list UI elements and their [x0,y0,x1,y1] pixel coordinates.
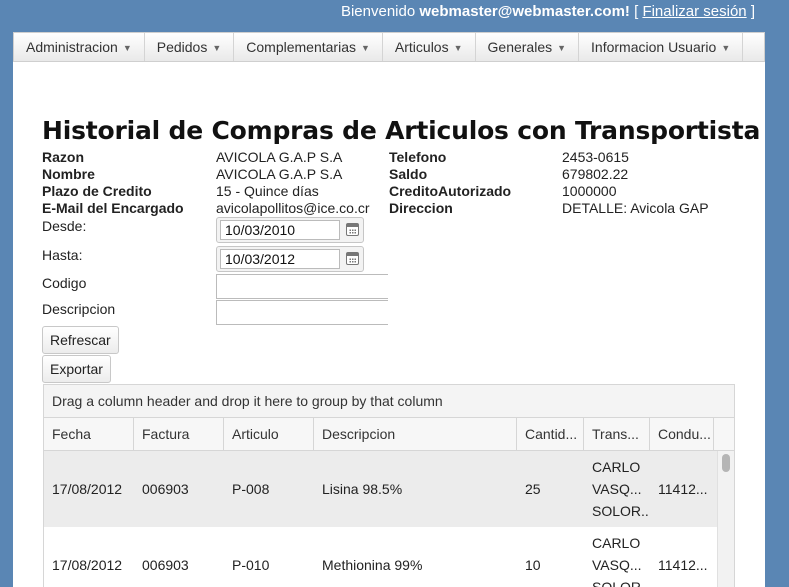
cell-line: VASQ... [592,481,642,497]
cell-cantidad: 10 [525,557,541,573]
column-header-cantidad[interactable]: Cantid... [517,418,584,450]
cell-line: VASQ... [592,557,642,573]
razon-label: Razon [42,149,84,165]
credito-value: 1000000 [562,183,617,199]
menu-label: Administracion [26,39,118,55]
cell-line: SOLOR... [592,579,650,587]
menu-informacion-usuario[interactable]: Informacion Usuario ▼ [579,33,744,61]
refrescar-button[interactable]: Refrescar [42,326,119,354]
nombre-label: Nombre [42,166,95,182]
cell-conductor: 11412... [658,557,708,573]
cell-fecha: 17/08/2012 [52,481,123,497]
desde-label: Desde: [42,218,87,234]
plazo-value: 15 - Quince días [216,183,319,199]
codigo-label: Codigo [42,275,87,291]
logout-link[interactable]: Finalizar sesión [642,3,746,20]
menu-label: Generales [487,39,553,55]
table-row[interactable]: 17/08/2012 006903 P-008 Lisina 98.5% 25 … [44,451,734,527]
exportar-button[interactable]: Exportar [42,355,111,383]
content-panel: Historial de Compras de Articulos con Tr… [13,62,765,587]
calendar-icon[interactable] [346,223,359,236]
email-value: avicolapollitos@ice.co.cr [216,200,370,216]
menu-label: Complementarias [246,39,356,55]
welcome-bar: Bienvenido webmaster@webmaster.com! [ Fi… [341,3,755,20]
menu-label: Informacion Usuario [591,39,717,55]
caret-down-icon: ▼ [360,43,370,53]
purchase-history-grid: Drag a column header and drop it here to… [43,384,735,587]
table-row[interactable]: 17/08/2012 006903 P-010 Methionina 99% 1… [44,527,734,587]
caret-down-icon: ▼ [453,43,463,53]
scrollbar-thumb[interactable] [722,454,730,472]
column-header-spacer [714,418,734,450]
menu-label: Articulos [394,39,449,55]
cell-line: CARLO [592,535,641,551]
caret-down-icon: ▼ [122,43,132,53]
menu-label: Pedidos [156,39,208,55]
caret-down-icon: ▼ [557,43,567,53]
cell-articulo: P-008 [232,481,270,497]
telefono-label: Telefono [389,149,447,165]
descripcion-input[interactable] [216,300,388,325]
cell-descripcion: Methionina 99% [322,557,423,573]
grid-header: Fecha Factura Articulo Descripcion Canti… [44,418,734,451]
column-header-transportista[interactable]: Trans... [584,418,650,450]
razon-value: AVICOLA G.A.P S.A [216,149,343,165]
grid-body: 17/08/2012 006903 P-008 Lisina 98.5% 25 … [44,451,734,587]
cell-descripcion: Lisina 98.5% [322,481,403,497]
cell-factura: 006903 [142,481,189,497]
cell-conductor: 11412... [658,481,708,497]
plazo-label: Plazo de Credito [42,183,152,199]
cell-transportista: CARLO VASQ... SOLOR... [584,451,650,527]
nombre-value: AVICOLA G.A.P S.A [216,166,343,182]
column-header-factura[interactable]: Factura [134,418,224,450]
column-header-descripcion[interactable]: Descripcion [314,418,517,450]
column-header-conductor[interactable]: Condu... [650,418,714,450]
menu-generales[interactable]: Generales ▼ [476,33,580,61]
menu-pedidos[interactable]: Pedidos ▼ [145,33,235,61]
group-drop-area[interactable]: Drag a column header and drop it here to… [44,385,734,418]
column-header-fecha[interactable]: Fecha [44,418,134,450]
menu-complementarias[interactable]: Complementarias ▼ [234,33,383,61]
telefono-value: 2453-0615 [562,149,629,165]
cell-transportista: CARLO VASQ... SOLOR... [584,527,650,587]
direccion-value: DETALLE: Avicola GAP [562,200,709,216]
menu-administracion[interactable]: Administracion ▼ [14,33,145,61]
desde-input[interactable] [220,220,340,240]
hasta-label: Hasta: [42,247,83,263]
main-menu: Administracion ▼ Pedidos ▼ Complementarias… [13,32,765,62]
grid-scrollbar[interactable] [717,451,734,587]
bracket-open: [ [634,3,639,20]
desde-datepicker [216,217,364,243]
credito-label: CreditoAutorizado [389,183,512,199]
caret-down-icon: ▼ [721,43,731,53]
welcome-text: Bienvenido [340,3,416,20]
cell-fecha: 17/08/2012 [52,557,123,573]
menu-articulos[interactable]: Articulos ▼ [383,33,476,61]
user-email: webmaster@webmaster.com! [419,3,630,20]
hasta-datepicker [216,246,364,272]
cell-line: SOLOR... [592,503,650,519]
caret-down-icon: ▼ [212,43,222,53]
saldo-value: 679802.22 [562,166,629,182]
email-label: E-Mail del Encargado [42,200,184,216]
column-header-articulo[interactable]: Articulo [224,418,314,450]
calendar-icon[interactable] [346,252,359,265]
cell-factura: 006903 [142,557,189,573]
cell-articulo: P-010 [232,557,270,573]
saldo-label: Saldo [389,166,428,182]
codigo-input[interactable] [216,274,388,299]
cell-cantidad: 25 [525,481,541,497]
direccion-label: Direccion [389,200,453,216]
bracket-close: ] [750,3,755,20]
hasta-input[interactable] [220,249,340,269]
descripcion-label: Descripcion [42,301,116,317]
cell-line: CARLO [592,459,641,475]
page-title: Historial de Compras de Articulos con Tr… [42,116,761,145]
